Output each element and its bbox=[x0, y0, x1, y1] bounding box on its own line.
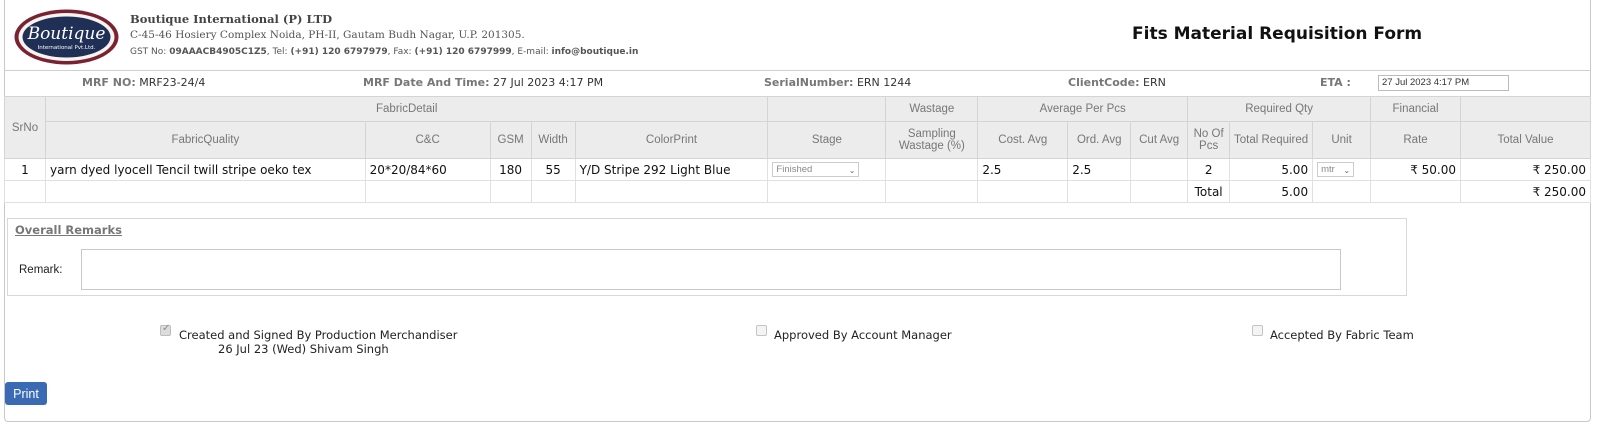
accepted-checkbox[interactable] bbox=[1252, 325, 1263, 336]
created-label: Created and Signed By Production Merchan… bbox=[179, 328, 458, 342]
cell-total-value: ₹ 250.00 bbox=[1460, 158, 1591, 181]
col-color-print: ColorPrint bbox=[574, 121, 769, 159]
client-value: ERN bbox=[1143, 76, 1166, 89]
email-value: info@boutique.in bbox=[551, 47, 639, 57]
col-width: Width bbox=[530, 121, 576, 159]
fax-label: , Fax: bbox=[387, 47, 412, 57]
col-stage: Stage bbox=[767, 121, 887, 159]
group-avg-per-pcs: Average Per Pcs bbox=[977, 96, 1189, 122]
cell-cut-avg bbox=[1130, 158, 1189, 181]
gst-value: 09AAACB4905C1Z5 bbox=[169, 47, 267, 57]
serial-label: SerialNumber: bbox=[764, 76, 854, 89]
tel-value: (+91) 120 6797979 bbox=[290, 47, 388, 57]
eta-label: ETA : bbox=[1320, 76, 1351, 89]
cell-color-print: Y/D Stripe 292 Light Blue bbox=[574, 158, 769, 181]
group-required-qty: Required Qty bbox=[1187, 96, 1372, 122]
stage-select[interactable]: Finished ⌄ bbox=[772, 162, 860, 177]
mrf-no: MRF NO: MRF23-24/4 bbox=[82, 76, 205, 89]
form-title: Fits Material Requisition Form bbox=[1132, 24, 1423, 44]
total-value-sum: ₹ 250.00 bbox=[1460, 180, 1591, 203]
email-label: , E-mail: bbox=[511, 47, 549, 57]
cell-unit: mtr ⌄ bbox=[1312, 158, 1372, 181]
col-fabric-quality: FabricQuality bbox=[44, 121, 366, 159]
logo-subtext: International Pvt.Ltd. bbox=[38, 45, 96, 51]
eta: ETA : bbox=[1320, 76, 1351, 89]
fax-value: (+91) 120 6797999 bbox=[414, 47, 512, 57]
serial-number: SerialNumber: ERN 1244 bbox=[764, 76, 911, 89]
serial-value: ERN 1244 bbox=[856, 76, 912, 89]
group-fabric-detail: FabricDetail bbox=[44, 96, 769, 122]
approved-checkbox[interactable] bbox=[756, 325, 767, 336]
cell-ord-avg: 2.5 bbox=[1067, 158, 1132, 181]
company-logo: Boutique International Pvt.Ltd. bbox=[14, 9, 119, 65]
company-info: Boutique International (P) LTD C-45-46 H… bbox=[130, 11, 638, 61]
col-srno: SrNo bbox=[4, 96, 46, 159]
column-header-row: FabricQuality C&C GSM Width ColorPrint S… bbox=[5, 121, 1591, 159]
company-name: Boutique International (P) LTD bbox=[130, 12, 333, 26]
unit-select-value: mtr bbox=[1321, 164, 1335, 175]
header-divider bbox=[4, 70, 1591, 71]
col-total-value: Total Value bbox=[1460, 121, 1591, 159]
group-wastage: Wastage bbox=[885, 96, 979, 122]
col-sampling-wastage: Sampling Wastage (%) bbox=[885, 121, 979, 159]
chevron-down-icon: ⌄ bbox=[848, 166, 856, 175]
col-cost-avg: Cost. Avg bbox=[977, 121, 1069, 159]
stage-select-value: Finished bbox=[776, 164, 813, 175]
client-code: ClientCode: ERN bbox=[1068, 76, 1166, 89]
requisition-table: SrNo FabricDetail Wastage Average Per Pc… bbox=[4, 96, 1591, 203]
group-blank bbox=[767, 96, 887, 122]
group-header-row: SrNo FabricDetail Wastage Average Per Pc… bbox=[4, 96, 1591, 159]
col-cut-avg: Cut Avg bbox=[1130, 121, 1189, 159]
tel-label: , Tel: bbox=[266, 47, 288, 57]
company-address: C-45-46 Hosiery Complex Noida, PH-II, Ga… bbox=[130, 29, 525, 41]
col-total-required: Total Required bbox=[1229, 121, 1314, 159]
cell-srno: 1 bbox=[4, 158, 46, 181]
mrf-date-label: MRF Date And Time: bbox=[363, 76, 490, 89]
client-label: ClientCode: bbox=[1068, 76, 1140, 89]
col-gsm: GSM bbox=[489, 121, 532, 159]
print-button[interactable]: Print bbox=[5, 382, 47, 405]
mrf-date: MRF Date And Time: 27 Jul 2023 4:17 PM bbox=[363, 76, 603, 89]
unit-select[interactable]: mtr ⌄ bbox=[1317, 162, 1355, 177]
cell-no-of-pcs: 2 bbox=[1187, 158, 1231, 181]
total-label: Total bbox=[1187, 180, 1231, 203]
gst-label: GST No: bbox=[130, 47, 167, 57]
eta-input[interactable]: 27 Jul 2023 4:17 PM bbox=[1378, 75, 1509, 91]
group-blank-2 bbox=[1460, 96, 1591, 122]
cell-stage: Finished ⌄ bbox=[767, 158, 887, 181]
cell-fabric-quality: yarn dyed lyocell Tencil twill stripe oe… bbox=[44, 158, 366, 181]
cell-width: 55 bbox=[530, 158, 576, 181]
approved-label: Approved By Account Manager bbox=[774, 328, 952, 342]
col-ord-avg: Ord. Avg bbox=[1067, 121, 1132, 159]
logo-text: Boutique bbox=[27, 24, 106, 44]
mrf-no-label: MRF NO: bbox=[82, 76, 136, 89]
mrf-date-value: 27 Jul 2023 4:17 PM bbox=[493, 76, 604, 89]
group-financial: Financial bbox=[1370, 96, 1461, 122]
col-no-of-pcs: No Of Pcs bbox=[1187, 121, 1231, 159]
cell-sampling-wastage bbox=[885, 158, 979, 181]
remarks-section: Overall Remarks Remark: bbox=[7, 218, 1407, 296]
remark-textarea[interactable] bbox=[81, 249, 1341, 290]
created-detail: 26 Jul 23 (Wed) Shivam Singh bbox=[218, 342, 389, 356]
mrf-no-value: MRF23-24/4 bbox=[139, 76, 206, 89]
cell-total-required: 5.00 bbox=[1229, 158, 1314, 181]
cell-rate: ₹ 50.00 bbox=[1370, 158, 1461, 181]
col-rate: Rate bbox=[1370, 121, 1461, 159]
chevron-down-icon: ⌄ bbox=[1343, 166, 1351, 175]
total-required-sum: 5.00 bbox=[1229, 180, 1314, 203]
form-container bbox=[4, 0, 1591, 422]
created-checkbox[interactable] bbox=[160, 323, 171, 336]
cell-gsm: 180 bbox=[489, 158, 532, 181]
accepted-label: Accepted By Fabric Team bbox=[1270, 328, 1414, 342]
total-row: Total 5.00 ₹ 250.00 bbox=[4, 180, 1591, 203]
col-cc: C&C bbox=[364, 121, 491, 159]
remark-label: Remark: bbox=[19, 264, 63, 276]
company-contact: GST No: 09AAACB4905C1Z5, Tel: (+91) 120 … bbox=[130, 44, 638, 61]
remarks-title: Overall Remarks bbox=[15, 223, 122, 237]
cell-cost-avg: 2.5 bbox=[977, 158, 1069, 181]
table-row: 1 yarn dyed lyocell Tencil twill stripe … bbox=[4, 158, 1591, 181]
cell-cc: 20*20/84*60 bbox=[364, 158, 491, 181]
col-unit: Unit bbox=[1312, 121, 1372, 159]
